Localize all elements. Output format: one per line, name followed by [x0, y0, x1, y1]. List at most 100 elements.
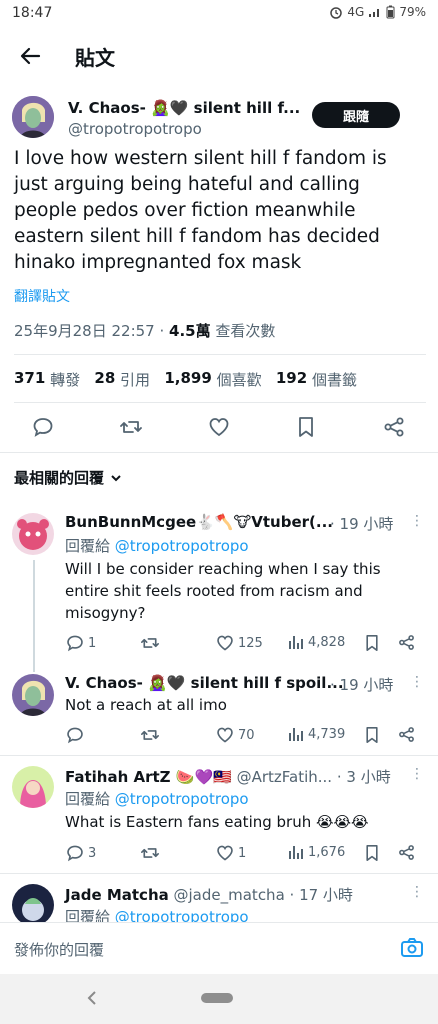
likes-label[interactable]: 個喜歡 — [212, 369, 276, 390]
nav-back-button[interactable] — [86, 990, 98, 1010]
views-count: 4,739 — [308, 726, 346, 742]
share-icon — [399, 845, 414, 860]
bookmark-icon — [366, 635, 378, 651]
reply-to-handle[interactable]: @tropotropotropo — [115, 537, 249, 555]
reply-author-name[interactable]: V. Chaos- 🧟‍♀️🖤 silent hill f spoil... — [65, 674, 344, 692]
reply-avatar[interactable] — [12, 513, 54, 555]
follow-button[interactable]: 跟隨 — [312, 102, 400, 128]
bookmarks-count[interactable]: 192 — [276, 369, 307, 390]
reply-author-handle[interactable]: @ArtzFatih... — [232, 768, 333, 786]
translate-post-link[interactable]: 翻譯貼文 — [14, 286, 70, 306]
reply-repost-button[interactable] — [140, 844, 164, 862]
reply-count: 1 — [88, 635, 97, 651]
reply-time: · 17 小時 — [284, 886, 353, 904]
repost-button[interactable] — [118, 414, 144, 440]
alarm-icon — [330, 7, 343, 19]
comment-icon — [67, 727, 83, 744]
views-count: 4.5萬 — [169, 322, 211, 340]
reply-to-handle[interactable]: @tropotropotropo — [115, 790, 249, 808]
reply-input[interactable]: 發佈你的回覆 — [14, 939, 104, 960]
more-options-icon[interactable]: ⋮ — [410, 884, 424, 900]
post-meta: 25年9月28日 22:57 · 4.5萬 查看次數 — [14, 320, 275, 341]
reply-bookmark-button[interactable] — [364, 634, 380, 652]
reply-comment-button[interactable]: 1 — [66, 634, 96, 652]
quotes-count[interactable]: 28 — [94, 369, 115, 390]
post-text: I love how western silent hill f fandom … — [14, 148, 387, 273]
bookmarks-label[interactable]: 個書籤 — [307, 369, 357, 390]
author-name[interactable]: V. Chaos- 🧟‍♀️🖤 silent hill f... — [68, 99, 300, 117]
reply-text: Will I be consider reaching when I say t… — [65, 560, 381, 622]
share-button[interactable] — [381, 414, 407, 440]
reply-repost-button[interactable] — [140, 726, 164, 744]
reply-like-button[interactable]: 1 — [216, 844, 246, 862]
chevron-down-icon — [111, 474, 121, 481]
reply-to-line: 回覆給 @tropotropotropo — [65, 788, 249, 809]
reply-author-handle[interactable]: @jade_matcha — [169, 886, 285, 904]
reply-share-button[interactable] — [398, 844, 415, 861]
reply-repost-button[interactable] — [140, 634, 164, 652]
bookmark-button[interactable] — [293, 414, 319, 440]
reply-avatar[interactable] — [12, 674, 54, 716]
reply-views[interactable]: 4,739 — [288, 726, 345, 742]
analytics-icon — [289, 846, 303, 859]
reply-like-button[interactable]: 125 — [216, 634, 263, 652]
more-options-icon[interactable]: ⋮ — [410, 766, 424, 782]
likes-count[interactable]: 1,899 — [164, 369, 211, 390]
divider — [0, 873, 438, 874]
like-count: 1 — [238, 845, 247, 861]
battery-level: 79% — [399, 5, 426, 19]
reply-author-name[interactable]: BunBunnMcgee🐇🪓🐮Vtuber(... — [65, 513, 333, 531]
quotes-label[interactable]: 引用 — [115, 369, 164, 390]
reply-avatar[interactable] — [12, 766, 54, 808]
reply-share-button[interactable] — [398, 634, 415, 651]
comment-icon — [33, 418, 53, 437]
reply-button[interactable] — [30, 414, 56, 440]
like-count: 70 — [238, 727, 255, 743]
reply-bookmark-button[interactable] — [364, 844, 380, 862]
reply-time: · 19 小時 — [330, 676, 394, 694]
author-avatar[interactable] — [12, 96, 54, 138]
repost-icon — [120, 421, 142, 433]
system-nav-bar — [0, 974, 438, 1024]
heart-icon — [217, 727, 233, 743]
reply-compose-bar[interactable]: 發佈你的回覆 — [0, 922, 438, 974]
nav-home-pill[interactable] — [201, 993, 233, 1003]
post-stats: 371 轉發 28 引用 1,899 個喜歡 192 個書籤 — [14, 369, 357, 390]
camera-button[interactable] — [400, 937, 424, 959]
views-count: 1,676 — [308, 844, 346, 860]
reply-share-button[interactable] — [398, 726, 415, 743]
reply-views[interactable]: 4,828 — [288, 634, 345, 650]
share-icon — [399, 727, 414, 742]
comment-icon — [67, 635, 83, 652]
reply-like-button[interactable]: 70 — [216, 726, 255, 744]
analytics-icon — [289, 728, 303, 741]
comment-icon — [67, 845, 83, 862]
reply-comment-button[interactable] — [66, 726, 88, 744]
reply-sort-dropdown[interactable]: 最相關的回覆 — [14, 467, 122, 488]
reply-header: Jade Matcha @jade_matcha · 17 小時 — [65, 884, 353, 905]
author-handle[interactable]: @tropotropotropo — [68, 120, 202, 138]
reply-text: What is Eastern fans eating bruh 😭😭😭 — [65, 813, 369, 831]
bookmark-icon — [366, 727, 378, 743]
reposts-label[interactable]: 轉發 — [45, 369, 94, 390]
post-timestamp: 25年9月28日 22:57 · — [14, 322, 170, 340]
more-options-icon[interactable]: ⋮ — [410, 674, 424, 690]
chevron-left-icon — [87, 991, 96, 1005]
repost-icon — [141, 848, 159, 858]
reply-avatar[interactable] — [12, 884, 54, 926]
top-bar: 貼文 — [0, 28, 438, 84]
reply-comment-button[interactable]: 3 — [66, 844, 96, 862]
reply-author-name[interactable]: Jade Matcha — [65, 886, 169, 904]
back-button[interactable] — [14, 40, 46, 72]
bookmark-icon — [366, 845, 378, 861]
reply-author-name[interactable]: Fatihah ArtZ 🍉💜🇲🇾 — [65, 768, 232, 786]
like-button[interactable] — [206, 414, 232, 440]
heart-icon — [217, 635, 233, 651]
heart-icon — [217, 845, 233, 861]
reply-bookmark-button[interactable] — [364, 726, 380, 744]
status-time: 18:47 — [12, 5, 53, 21]
network-type: 4G — [347, 5, 365, 19]
reposts-count[interactable]: 371 — [14, 369, 45, 390]
more-options-icon[interactable]: ⋮ — [410, 513, 424, 529]
reply-views[interactable]: 1,676 — [288, 844, 345, 860]
